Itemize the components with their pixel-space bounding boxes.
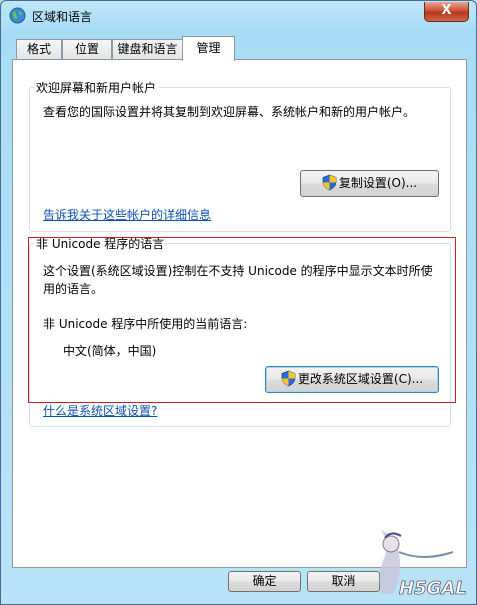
tab-administrative[interactable]: 管理 — [182, 36, 235, 61]
group-title: 欢迎屏幕和新用户帐户 — [36, 81, 157, 95]
site-watermark-logo: H5GAL — [379, 530, 467, 599]
button-label: 确定 — [252, 574, 277, 588]
tab-label: 管理 — [196, 41, 221, 55]
uac-shield-icon — [322, 174, 337, 191]
tab-format[interactable]: 格式 — [16, 39, 62, 60]
welcome-description: 查看您的国际设置并将其复制到欢迎屏幕、系统帐户和新的用户帐户。 — [43, 105, 416, 119]
ok-button[interactable]: 确定 — [228, 571, 301, 592]
title-bar[interactable]: 区域和语言 X — [1, 1, 476, 31]
highlight-annotation-box — [28, 237, 456, 403]
system-locale-help-link[interactable]: 什么是系统区域设置? — [43, 402, 157, 420]
tab-keyboards-languages[interactable]: 键盘和语言 — [112, 39, 183, 60]
globe-icon — [9, 7, 26, 24]
account-details-link[interactable]: 告诉我关于这些帐户的详细信息 — [43, 206, 211, 224]
window-title: 区域和语言 — [32, 10, 93, 24]
button-label: 取消 — [331, 574, 356, 588]
close-button[interactable]: X — [424, 2, 469, 22]
tab-label: 格式 — [26, 42, 51, 56]
copy-settings-button[interactable]: 复制设置(O)... — [300, 170, 439, 197]
region-language-window: 区域和语言 X 格式 位置 键盘和语言 管理 欢迎屏幕和新用户帐户 查看您的国际… — [0, 0, 477, 605]
close-icon: X — [441, 3, 452, 18]
tab-location[interactable]: 位置 — [62, 39, 112, 60]
button-label: 复制设置(O)... — [338, 176, 418, 190]
tab-label: 位置 — [74, 42, 99, 56]
watermark-text: H5GAL — [399, 578, 467, 599]
tab-label: 键盘和语言 — [117, 42, 178, 56]
